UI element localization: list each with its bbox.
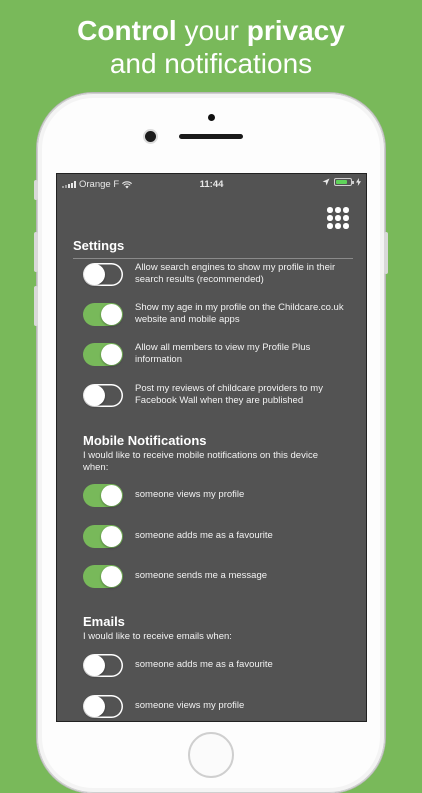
phone-speaker <box>179 134 243 139</box>
phone-side-button-mute <box>34 180 38 200</box>
status-bar: Orange F 11:44 <box>57 174 366 194</box>
toggle-knob <box>84 655 105 676</box>
toggle-knob <box>101 526 122 547</box>
toggle-label: Allow search engines to show my profile … <box>135 262 336 285</box>
phone-side-button-volume-up <box>34 232 38 272</box>
promo-bold-privacy: privacy <box>246 15 345 46</box>
phone-side-button-power <box>384 232 388 274</box>
toggle-facebook-reviews[interactable] <box>83 384 123 407</box>
status-time: 11:44 <box>199 179 224 190</box>
settings-divider <box>73 258 353 259</box>
email-row-favourite: someone adds me as a favourite <box>83 651 353 679</box>
settings-title: Settings <box>73 238 125 253</box>
toggle-label: Show my age in my profile on the Childca… <box>135 302 344 325</box>
toggle-label: someone adds me as a favourite <box>135 530 273 541</box>
toggle-label: someone adds me as a favourite <box>135 659 273 670</box>
toggle-notify-favourite[interactable] <box>83 525 123 548</box>
toggle-knob <box>84 264 105 285</box>
promo-bold-control: Control <box>77 15 177 46</box>
toggle-knob <box>101 566 122 587</box>
promo-headline: Control your privacy and notifications <box>0 14 422 80</box>
settings-row-facebook-reviews: Post my reviews of childcare providers t… <box>83 381 353 409</box>
mobile-notifications-title: Mobile Notifications <box>83 433 207 448</box>
mobile-notifications-description: I would like to receive mobile notificat… <box>83 450 318 473</box>
toggle-label: someone views my profile <box>135 489 245 500</box>
email-row-profile-views: someone views my profile <box>83 692 353 720</box>
notification-row-message: someone sends me a message <box>83 562 353 590</box>
toggle-label: Post my reviews of childcare providers t… <box>135 383 323 406</box>
home-button[interactable] <box>188 732 234 778</box>
toggle-search-engines[interactable] <box>83 263 123 286</box>
promo-line-2: and notifications <box>109 48 313 79</box>
toggle-label: someone sends me a message <box>135 570 268 581</box>
notification-row-favourite: someone adds me as a favourite <box>83 522 353 550</box>
toggle-knob <box>101 485 122 506</box>
toggle-email-profile-views[interactable] <box>83 695 123 718</box>
toggle-knob <box>101 304 122 325</box>
toggle-label: Allow all members to view my Profile Plu… <box>135 342 311 365</box>
settings-row-search-engines: Allow search engines to show my profile … <box>83 260 353 288</box>
toggle-knob <box>84 385 105 406</box>
toggle-show-age[interactable] <box>83 303 123 326</box>
location-arrow-icon <box>322 178 330 186</box>
emails-description: I would like to receive emails when: <box>83 631 232 642</box>
settings-row-show-age: Show my age in my profile on the Childca… <box>83 300 353 328</box>
toggle-label: someone views my profile <box>135 700 245 711</box>
status-right <box>322 178 361 186</box>
phone-side-button-volume-down <box>34 286 38 326</box>
emails-title: Emails <box>83 614 125 629</box>
settings-row-profile-plus: Allow all members to view my Profile Plu… <box>83 340 353 368</box>
battery-icon <box>334 178 354 186</box>
toggle-knob <box>101 344 122 365</box>
promo-line-1: Control your privacy <box>0 14 422 47</box>
notification-row-profile-views: someone views my profile <box>83 481 353 509</box>
promo-regular-your: your <box>176 15 247 46</box>
toggle-profile-plus[interactable] <box>83 343 123 366</box>
front-camera-icon <box>145 131 156 142</box>
toggle-knob <box>84 696 105 717</box>
phone-screen: Orange F 11:44 Settings Allow search eng… <box>56 173 367 722</box>
toggle-email-favourite[interactable] <box>83 654 123 677</box>
toggle-notify-message[interactable] <box>83 565 123 588</box>
toggle-notify-profile-views[interactable] <box>83 484 123 507</box>
grid-menu-icon[interactable] <box>327 207 349 229</box>
charging-bolt-icon <box>356 178 361 186</box>
phone-sensor <box>208 114 215 121</box>
